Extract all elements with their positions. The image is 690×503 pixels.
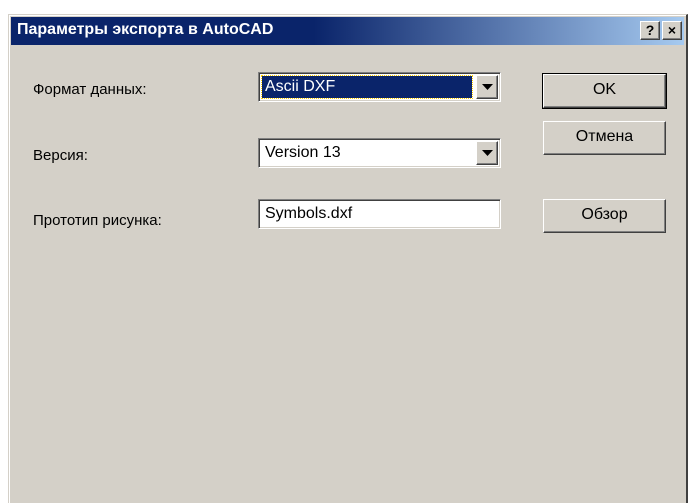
data-format-value: Ascii DXF [261,75,473,99]
data-format-label: Формат данных: [33,81,147,98]
close-button[interactable]: × [662,21,682,40]
prototype-input[interactable]: Symbols.dxf [258,199,501,229]
prototype-label: Прототип рисунка: [33,212,162,229]
export-dialog: Параметры экспорта в AutoCAD ? × Формат … [8,14,688,503]
chevron-down-icon [482,84,493,90]
cancel-button[interactable]: Отмена [543,121,666,155]
version-dropdown-button[interactable] [476,141,498,165]
close-icon: × [667,22,677,38]
data-format-select[interactable]: Ascii DXF [258,72,501,102]
version-value: Version 13 [265,144,341,161]
help-icon: ? [645,22,655,38]
ok-button[interactable]: OK [542,73,667,109]
browse-button[interactable]: Обзор [543,199,666,233]
version-select[interactable]: Version 13 [258,138,501,168]
data-format-dropdown-button[interactable] [476,75,498,99]
help-button[interactable]: ? [640,21,660,40]
chevron-down-icon [482,150,493,156]
prototype-value: Symbols.dxf [265,205,353,222]
title-bar[interactable]: Параметры экспорта в AutoCAD ? × [11,17,684,45]
window-title: Параметры экспорта в AutoCAD [17,21,274,38]
version-label: Версия: [33,147,88,164]
